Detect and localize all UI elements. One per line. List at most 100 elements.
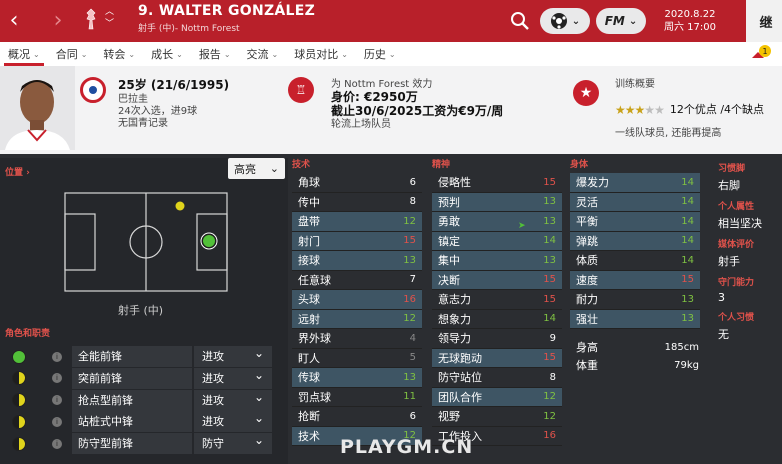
tab-1[interactable]: 合同 ⌄ [48, 42, 96, 66]
role-row[interactable]: i 抢点型前锋 进攻 [4, 387, 276, 411]
search-icon[interactable] [510, 11, 530, 31]
attribute-name: 技术 [298, 429, 320, 443]
attribute-row[interactable]: 抢断 6 [292, 407, 422, 427]
attribute-row[interactable]: 侵略性 15 [432, 173, 562, 193]
info-icon[interactable]: i [52, 351, 62, 362]
attribute-value: 12 [403, 215, 416, 227]
attribute-value: 14 [543, 235, 556, 247]
side-info-value: 右脚 [718, 179, 740, 192]
attribute-name: 灵活 [576, 195, 598, 209]
duty-dropdown[interactable]: 防守 [194, 430, 272, 455]
attribute-row[interactable]: 平衡 14 [570, 212, 700, 232]
player-age: 25岁 (21/6/1995) [118, 78, 230, 92]
attribute-row[interactable]: 集中 13 [432, 251, 562, 271]
attribute-name: 耐力 [576, 293, 598, 307]
attribute-name: 勇敢 [438, 215, 460, 229]
tab-3[interactable]: 成长 ⌄ [143, 42, 191, 66]
attribute-row[interactable]: 强壮 13 [570, 309, 700, 329]
attribute-row[interactable]: 爆发力 14 [570, 173, 700, 193]
attribute-name: 意志力 [438, 293, 471, 307]
attribute-row[interactable]: 盯人 5 [292, 349, 422, 368]
pros-cons[interactable]: 12个优点 /4个缺点 [670, 104, 764, 116]
attribute-row[interactable]: 视野 12 [432, 407, 562, 427]
attribute-value: 12 [543, 391, 556, 403]
forward-arrow-icon[interactable]: › [46, 0, 70, 42]
pitch-diagram [64, 192, 228, 292]
prev-next-icon[interactable]: ︿ ﹀ [105, 6, 114, 30]
attribute-row[interactable]: 射门 15 [292, 231, 422, 251]
fm-menu-button[interactable]: FM ⌄ [596, 8, 646, 34]
alert-icon[interactable]: 1 [748, 44, 774, 66]
attribute-row[interactable]: 体质 14 [570, 251, 700, 271]
attribute-name: 远射 [298, 312, 320, 326]
attribute-row[interactable]: 防守站位 8 [432, 368, 562, 388]
attribute-row[interactable]: 预判 13 [432, 192, 562, 212]
attribute-value: 14 [681, 215, 694, 227]
tab-2[interactable]: 转会 ⌄ [95, 42, 143, 66]
attribute-row[interactable]: 意志力 15 [432, 290, 562, 310]
attribute-row[interactable]: 想象力 14 [432, 310, 562, 329]
attribute-name: 视野 [438, 410, 460, 424]
training-title[interactable]: 训练概要 [615, 79, 764, 91]
role-row[interactable]: i 全能前锋 进攻 [4, 343, 276, 367]
attribute-row[interactable]: 传中 8 [292, 193, 422, 212]
player-youth: 无国青记录 [118, 118, 168, 129]
attribute-row[interactable]: 远射 12 [292, 309, 422, 329]
attribute-name: 无球跑动 [438, 351, 482, 365]
attribute-row[interactable]: 角球 6 [292, 173, 422, 193]
attribute-row[interactable]: 速度 15 [570, 270, 700, 290]
tab-7[interactable]: 历史 ⌄ [356, 42, 404, 66]
player-value: 身价: €2950万 [331, 90, 418, 104]
tab-5[interactable]: 交流 ⌄ [239, 42, 287, 66]
attribute-row[interactable]: 弹跳 14 [570, 231, 700, 251]
attribute-row[interactable]: 界外球 4 [292, 329, 422, 349]
tab-4[interactable]: 报告 ⌄ [191, 42, 239, 66]
club-badge-icon[interactable]: ♖ [288, 77, 314, 103]
role-row[interactable]: i 防守型前锋 防守 [4, 430, 276, 455]
attribute-row[interactable]: 决断 15 [432, 270, 562, 290]
attribute-value: 6 [409, 410, 416, 422]
ball-menu-button[interactable]: ⌄ [540, 8, 590, 34]
player-contract: 截止30/6/2025工资为€9万/周 [331, 104, 504, 118]
technical-title: 技术 [292, 160, 311, 170]
role-name: 防守型前锋 [72, 433, 192, 455]
attribute-row[interactable]: 头球 16 [292, 290, 422, 310]
tab-label: 转会 [103, 48, 126, 61]
role-row[interactable]: i 突前前锋 进攻 [4, 365, 276, 389]
attribute-row[interactable]: 接球 13 [292, 251, 422, 271]
attribute-row[interactable]: 任意球 7 [292, 271, 422, 290]
attribute-name: 预判 [438, 195, 460, 209]
nation-flag-icon [80, 77, 106, 103]
player-nation[interactable]: 巴拉圭 [118, 94, 229, 106]
side-info-label: 个人属性 [718, 202, 755, 212]
role-name: 突前前锋 [72, 367, 192, 389]
info-icon[interactable]: i [52, 416, 62, 427]
player-name: 9. WALTER GONZÁLEZ [138, 3, 316, 19]
attribute-row[interactable]: 镇定 14 [432, 231, 562, 251]
tab-6[interactable]: 球员对比 ⌄ [286, 42, 356, 66]
back-arrow-icon[interactable]: ‹ [2, 0, 26, 42]
attribute-row[interactable]: 领导力 9 [432, 329, 562, 349]
role-name: 抢点型前锋 [72, 389, 192, 411]
attribute-row[interactable]: 传球 13 [292, 368, 422, 388]
attribute-row[interactable]: 耐力 13 [570, 290, 700, 310]
position-link[interactable]: 位置 › [5, 165, 30, 178]
attribute-row[interactable]: 勇敢 13 [432, 212, 562, 232]
continue-button[interactable]: 继 [746, 0, 782, 42]
info-icon[interactable]: i [52, 395, 62, 406]
attribute-row[interactable]: 灵活 14 [570, 192, 700, 212]
club-crest-icon[interactable] [86, 8, 96, 30]
technical-column: 技术 角球 6 传中 8 盘带 12 射门 15 接球 13 任意球 7 头球 16 远射 12 界外球 4 盯人 5… [292, 158, 422, 446]
side-info-value: 无 [718, 328, 729, 341]
attribute-row[interactable]: 团队合作 12 [432, 387, 562, 407]
tab-0[interactable]: 概况 ⌄ [0, 42, 48, 66]
highlight-dropdown[interactable]: 高亮 ⌄ [228, 158, 285, 179]
attribute-row[interactable]: 罚点球 11 [292, 388, 422, 407]
highlight-label: 高亮 [234, 162, 256, 176]
info-icon[interactable]: i [52, 373, 62, 384]
attribute-row[interactable]: 无球跑动 15 [432, 348, 562, 368]
attribute-row[interactable]: 盘带 12 [292, 212, 422, 232]
tab-label: 交流 [246, 48, 269, 61]
info-icon[interactable]: i [52, 438, 62, 449]
role-row[interactable]: i 站桩式中锋 进攻 [4, 408, 276, 433]
